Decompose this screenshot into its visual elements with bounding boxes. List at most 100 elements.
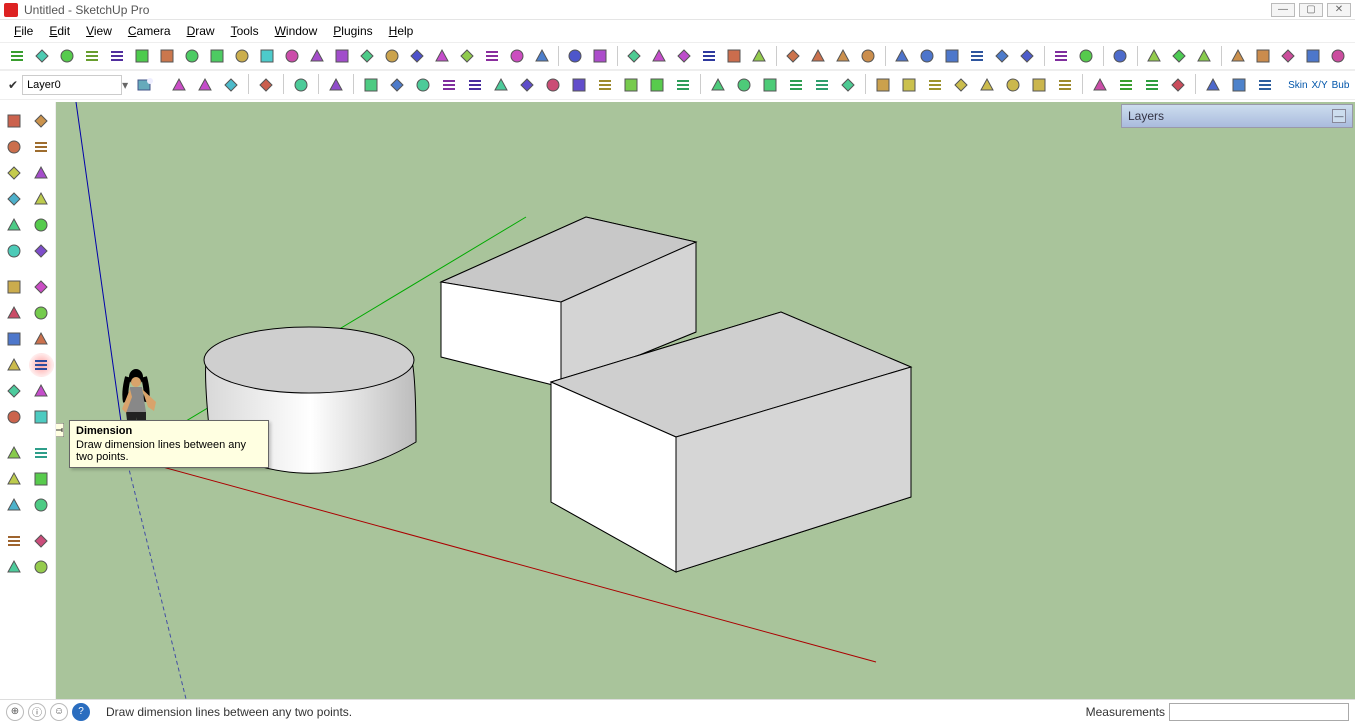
dimension-icon[interactable] xyxy=(29,353,55,377)
faceB-icon[interactable] xyxy=(807,45,830,67)
pan-icon[interactable] xyxy=(29,441,55,465)
previous-icon[interactable] xyxy=(1143,45,1166,67)
rotate-icon[interactable] xyxy=(1,301,27,325)
boxH-icon[interactable] xyxy=(1053,74,1077,96)
3d-icon[interactable] xyxy=(589,45,612,67)
rt-icon[interactable] xyxy=(437,74,461,96)
arc-icon[interactable] xyxy=(155,45,178,67)
next-icon[interactable] xyxy=(1168,45,1191,67)
2d-icon[interactable] xyxy=(564,45,587,67)
copy-icon[interactable] xyxy=(80,45,103,67)
shrub-icon[interactable] xyxy=(1302,45,1325,67)
zoomextents-icon[interactable] xyxy=(1,493,27,517)
diamond-icon[interactable] xyxy=(385,74,409,96)
dot4-icon[interactable] xyxy=(784,74,808,96)
stop-icon[interactable] xyxy=(1193,45,1216,67)
styleA-icon[interactable] xyxy=(891,45,914,67)
menu-view[interactable]: View xyxy=(78,22,120,40)
scale-icon[interactable] xyxy=(1,327,27,351)
door-icon[interactable] xyxy=(254,74,278,96)
back-icon[interactable] xyxy=(723,45,746,67)
minimize-button[interactable]: — xyxy=(1271,3,1295,17)
sun-icon[interactable] xyxy=(567,74,591,96)
offset-icon[interactable] xyxy=(1,239,27,263)
push-icon[interactable] xyxy=(280,45,303,67)
protractor-icon[interactable] xyxy=(355,45,378,67)
front-icon[interactable] xyxy=(673,45,696,67)
sphere-icon[interactable] xyxy=(193,74,217,96)
menu-file[interactable]: File xyxy=(6,22,41,40)
plane-icon[interactable] xyxy=(505,45,528,67)
top-icon[interactable] xyxy=(648,45,671,67)
dot5-icon[interactable] xyxy=(810,74,834,96)
boxG-icon[interactable] xyxy=(1027,74,1051,96)
section-icon[interactable] xyxy=(480,45,503,67)
crate-icon[interactable] xyxy=(1201,74,1225,96)
menu-camera[interactable]: Camera xyxy=(120,22,179,40)
freehand-tool-icon[interactable] xyxy=(29,213,55,237)
globe2-icon[interactable] xyxy=(1166,74,1190,96)
close-button[interactable]: ✕ xyxy=(1327,3,1351,17)
bush-icon[interactable] xyxy=(1252,45,1275,67)
ball2-icon[interactable] xyxy=(645,74,669,96)
menu-window[interactable]: Window xyxy=(267,22,326,40)
component-icon[interactable] xyxy=(29,109,55,133)
dot2-icon[interactable] xyxy=(732,74,756,96)
tape-icon[interactable] xyxy=(1,353,27,377)
materials-icon[interactable] xyxy=(1109,45,1132,67)
orbit-icon[interactable] xyxy=(1,441,27,465)
ruler2-icon[interactable] xyxy=(1114,74,1138,96)
diamond2-icon[interactable] xyxy=(515,74,539,96)
3dtext-icon[interactable] xyxy=(455,45,478,67)
r-icon[interactable] xyxy=(411,74,435,96)
boxB-icon[interactable] xyxy=(897,74,921,96)
geo-icon[interactable] xyxy=(1088,74,1112,96)
crate2-icon[interactable] xyxy=(1227,74,1251,96)
eraser-icon[interactable] xyxy=(29,135,55,159)
zoom-icon[interactable] xyxy=(1,467,27,491)
ball1-icon[interactable] xyxy=(619,74,643,96)
dot1-icon[interactable] xyxy=(706,74,730,96)
layer-visible-checkbox[interactable]: ✔ xyxy=(8,78,18,92)
menu-tools[interactable]: Tools xyxy=(223,22,267,40)
iso-icon[interactable] xyxy=(623,45,646,67)
cut-icon[interactable] xyxy=(55,45,78,67)
layers-panel[interactable]: Layers — xyxy=(1121,104,1353,128)
erase-icon[interactable] xyxy=(130,45,153,67)
polygon-tool-icon[interactable] xyxy=(1,213,27,237)
status-icon-geo[interactable]: ⊕ xyxy=(6,703,24,721)
boxD-icon[interactable] xyxy=(949,74,973,96)
pull-icon[interactable] xyxy=(29,327,55,351)
dot6-icon[interactable] xyxy=(836,74,860,96)
axes-icon[interactable] xyxy=(380,45,403,67)
faceA-icon[interactable] xyxy=(782,45,805,67)
xray-icon[interactable] xyxy=(1075,45,1098,67)
boxA-icon[interactable] xyxy=(871,74,895,96)
zoomwindow-icon[interactable] xyxy=(29,467,55,491)
q-icon[interactable] xyxy=(489,74,513,96)
line-icon[interactable] xyxy=(305,45,328,67)
circle-tool-icon[interactable] xyxy=(1,187,27,211)
boxE-icon[interactable] xyxy=(975,74,999,96)
status-icon-help[interactable]: ? xyxy=(72,703,90,721)
person-icon[interactable] xyxy=(1140,74,1164,96)
left-icon[interactable] xyxy=(748,45,771,67)
tree-icon[interactable] xyxy=(1227,45,1250,67)
target-icon[interactable] xyxy=(541,74,565,96)
freehand-icon[interactable] xyxy=(180,45,203,67)
layers-panel-collapse[interactable]: — xyxy=(1332,109,1346,123)
redo-icon[interactable] xyxy=(30,45,53,67)
text-icon[interactable] xyxy=(430,45,453,67)
status-icon-user[interactable]: ☺ xyxy=(50,703,68,721)
layer-dropdown-arrow[interactable]: ▾ xyxy=(122,78,132,92)
xy-label[interactable]: X/Y xyxy=(1310,80,1330,91)
boxC-icon[interactable] xyxy=(923,74,947,96)
arc-tool-icon[interactable] xyxy=(29,187,55,211)
undo-icon[interactable] xyxy=(5,45,28,67)
status-icon-info[interactable]: ⓘ xyxy=(28,703,46,721)
menu-edit[interactable]: Edit xyxy=(41,22,78,40)
house-icon[interactable] xyxy=(167,74,191,96)
polygon-icon[interactable] xyxy=(255,45,278,67)
circle-icon[interactable] xyxy=(230,45,253,67)
rect-icon[interactable] xyxy=(205,45,228,67)
